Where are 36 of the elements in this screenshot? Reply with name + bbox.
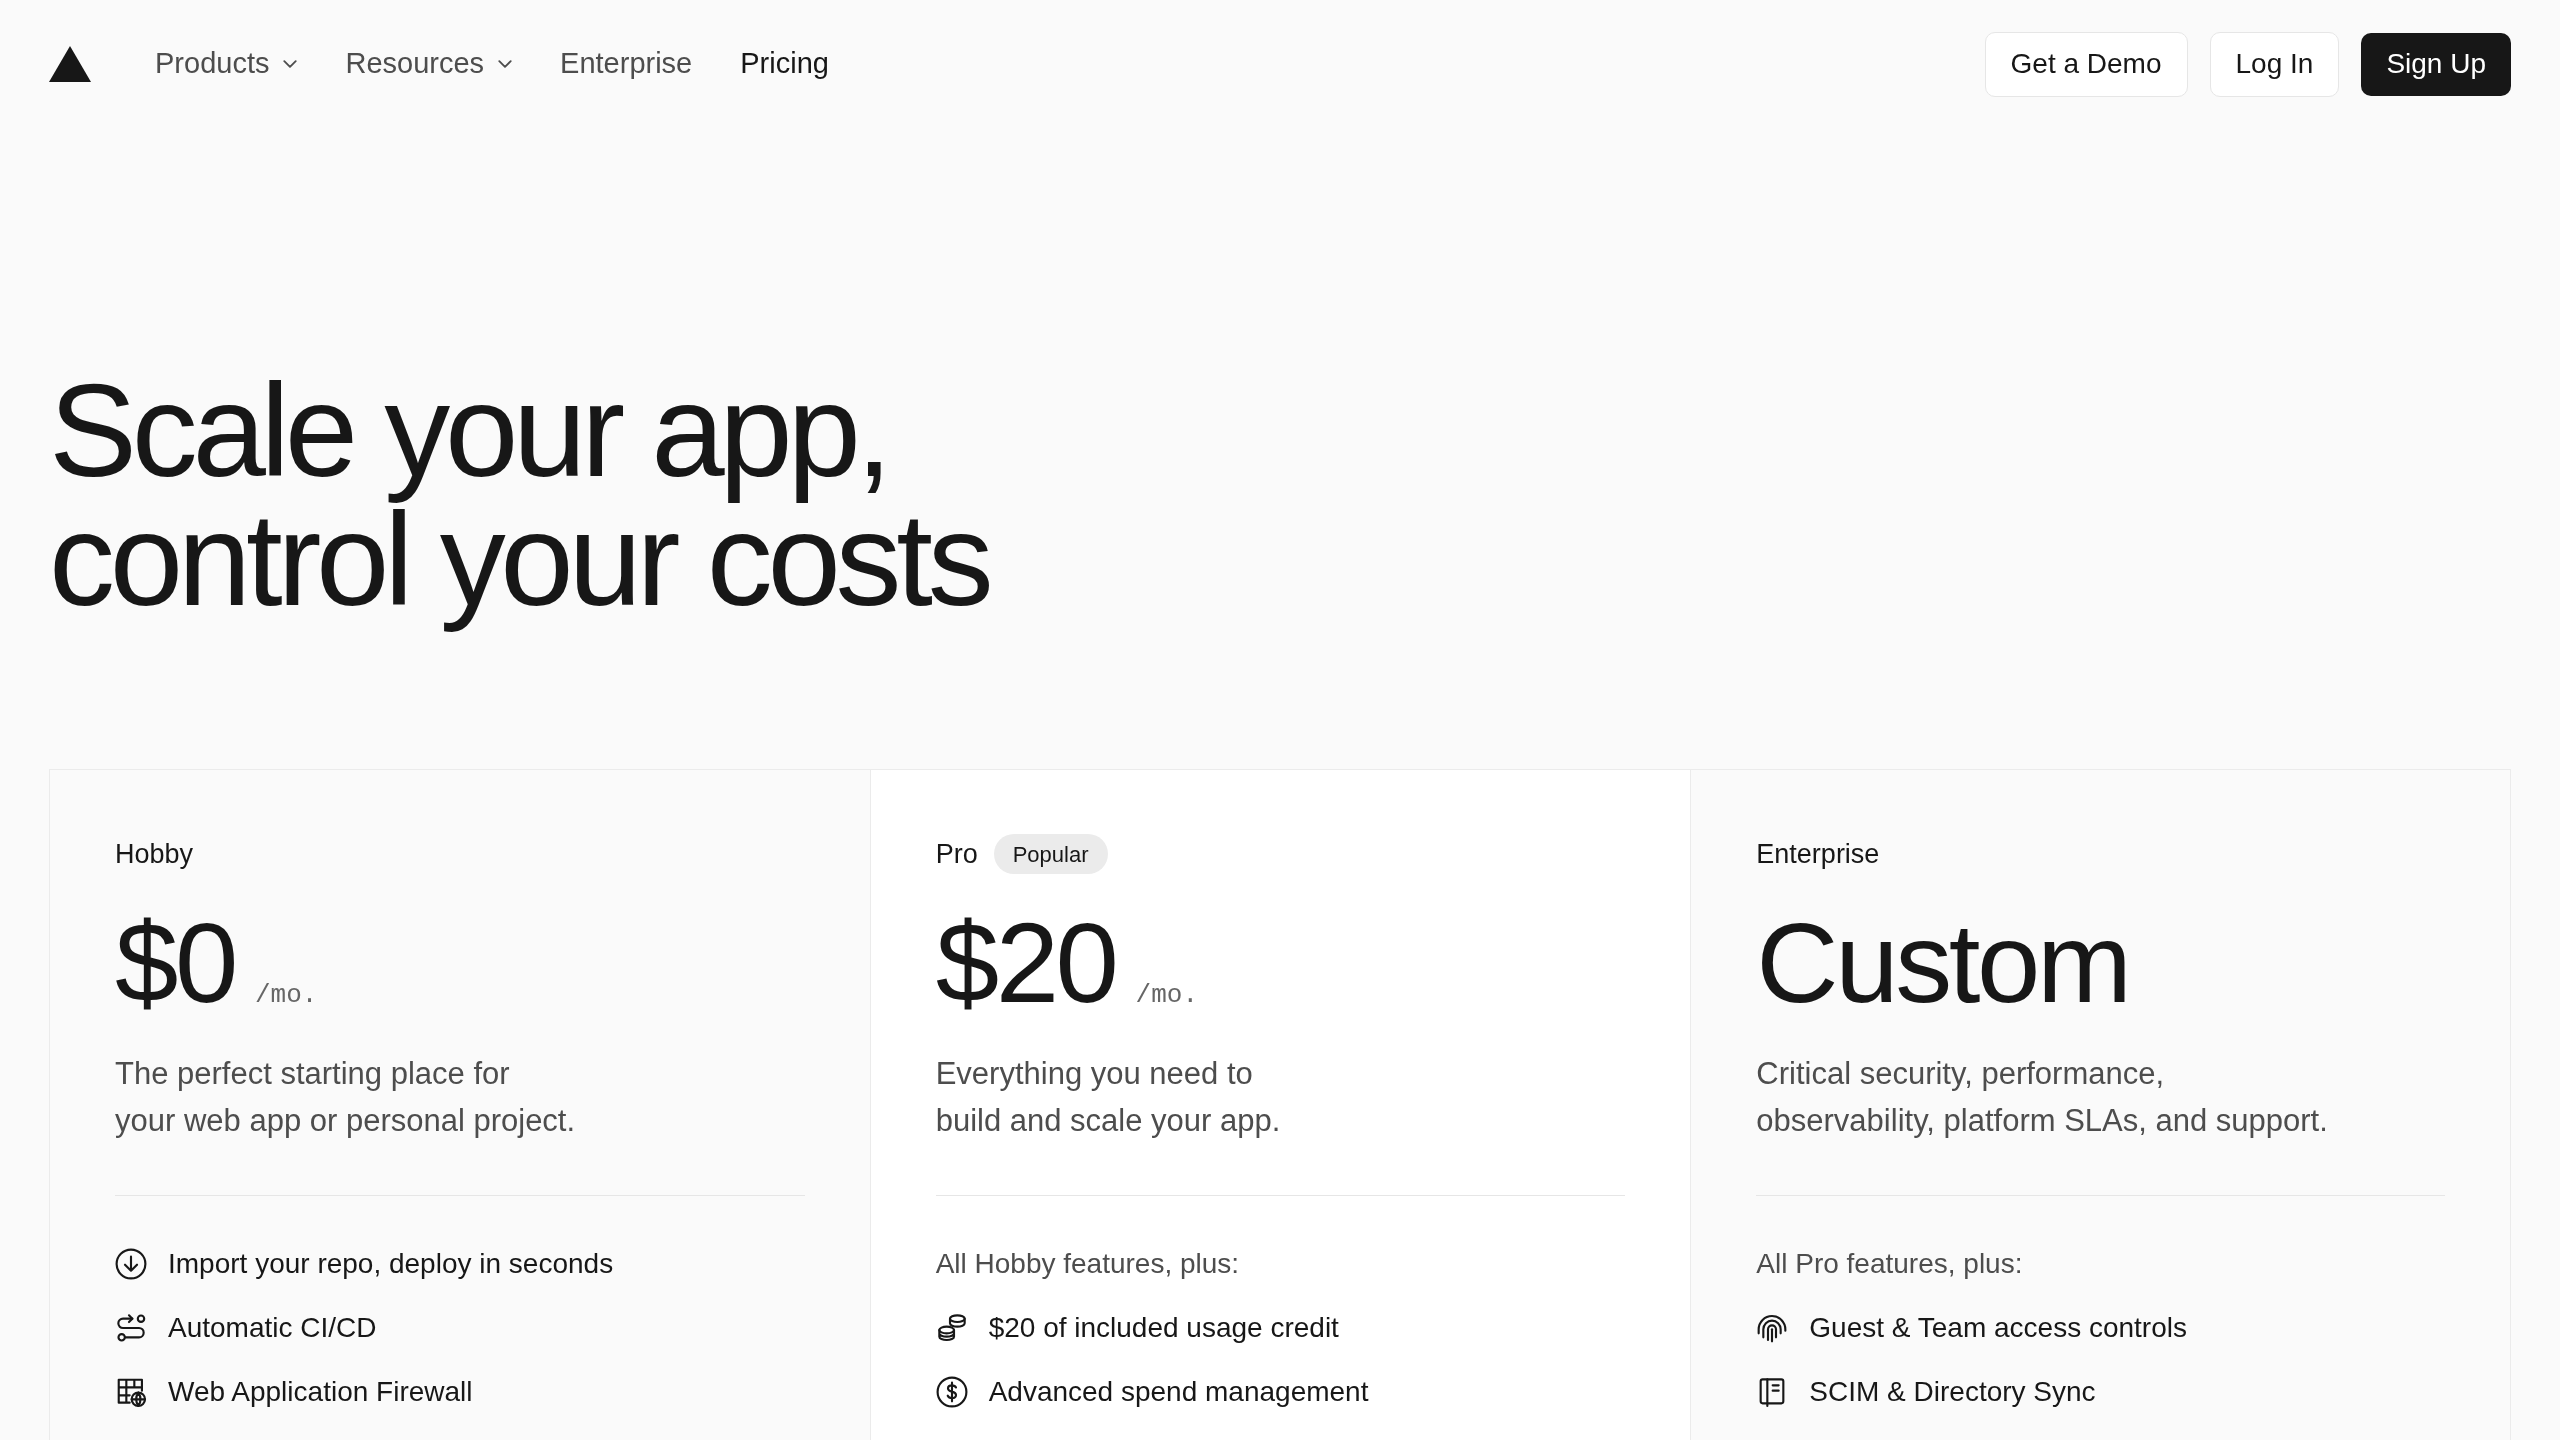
- feature-text: Guest & Team access controls: [1809, 1311, 2187, 1345]
- plan-name: Pro: [935, 837, 978, 871]
- fingerprint-icon: [1756, 1312, 1789, 1344]
- plan-name: Hobby: [115, 837, 194, 871]
- features-intro: All Hobby features, plus:: [935, 1247, 1240, 1281]
- arrow-down-circle-icon: [115, 1248, 147, 1280]
- grid-globe-icon: [115, 1376, 147, 1408]
- dollar-circle-icon: [935, 1376, 968, 1408]
- outline-button[interactable]: Get a Demo: [1984, 31, 2188, 97]
- nav-link[interactable]: Pricing: [740, 42, 829, 86]
- feature-text: Advanced spend management: [988, 1375, 1369, 1409]
- plan-price: $0: [115, 906, 235, 1020]
- nav-link[interactable]: Resources: [345, 42, 513, 86]
- hero-heading: Scale your app, control your costs: [49, 366, 990, 635]
- triangle-logo-icon[interactable]: [49, 46, 91, 82]
- nav-link[interactable]: Products: [155, 42, 298, 86]
- plan-description: Everything you need to build and scale your app.: [935, 1055, 1282, 1140]
- pipeline-icon: [115, 1312, 147, 1344]
- feature-text: SCIM & Directory Sync: [1809, 1375, 2096, 1409]
- coins-icon: [935, 1312, 968, 1344]
- plan-description: Critical security, performance, observability, platform SLAs, and support.: [1756, 1055, 2329, 1140]
- feature-text: $20 of included usage credit: [988, 1311, 1339, 1345]
- plan-name: Enterprise: [1756, 837, 1880, 871]
- price-period: /mo.: [254, 979, 318, 1012]
- feature-text: Automatic CI/CD: [168, 1311, 377, 1345]
- nav-link[interactable]: Enterprise: [560, 42, 693, 86]
- plan-badge: Popular: [993, 834, 1108, 874]
- features-intro: All Pro features, plus:: [1756, 1247, 2023, 1281]
- price-period: /mo.: [1135, 979, 1199, 1012]
- outline-button[interactable]: Log In: [2209, 31, 2340, 97]
- plan-price: $20: [935, 906, 1116, 1020]
- plan-price: Custom: [1756, 906, 2129, 1020]
- feature-text: Import your repo, deploy in seconds: [168, 1247, 614, 1281]
- primary-button[interactable]: Sign Up: [2361, 32, 2511, 96]
- plan-description: The perfect starting place for your web app or personal project.: [115, 1055, 577, 1140]
- feature-text: Web Application Firewall: [168, 1375, 473, 1409]
